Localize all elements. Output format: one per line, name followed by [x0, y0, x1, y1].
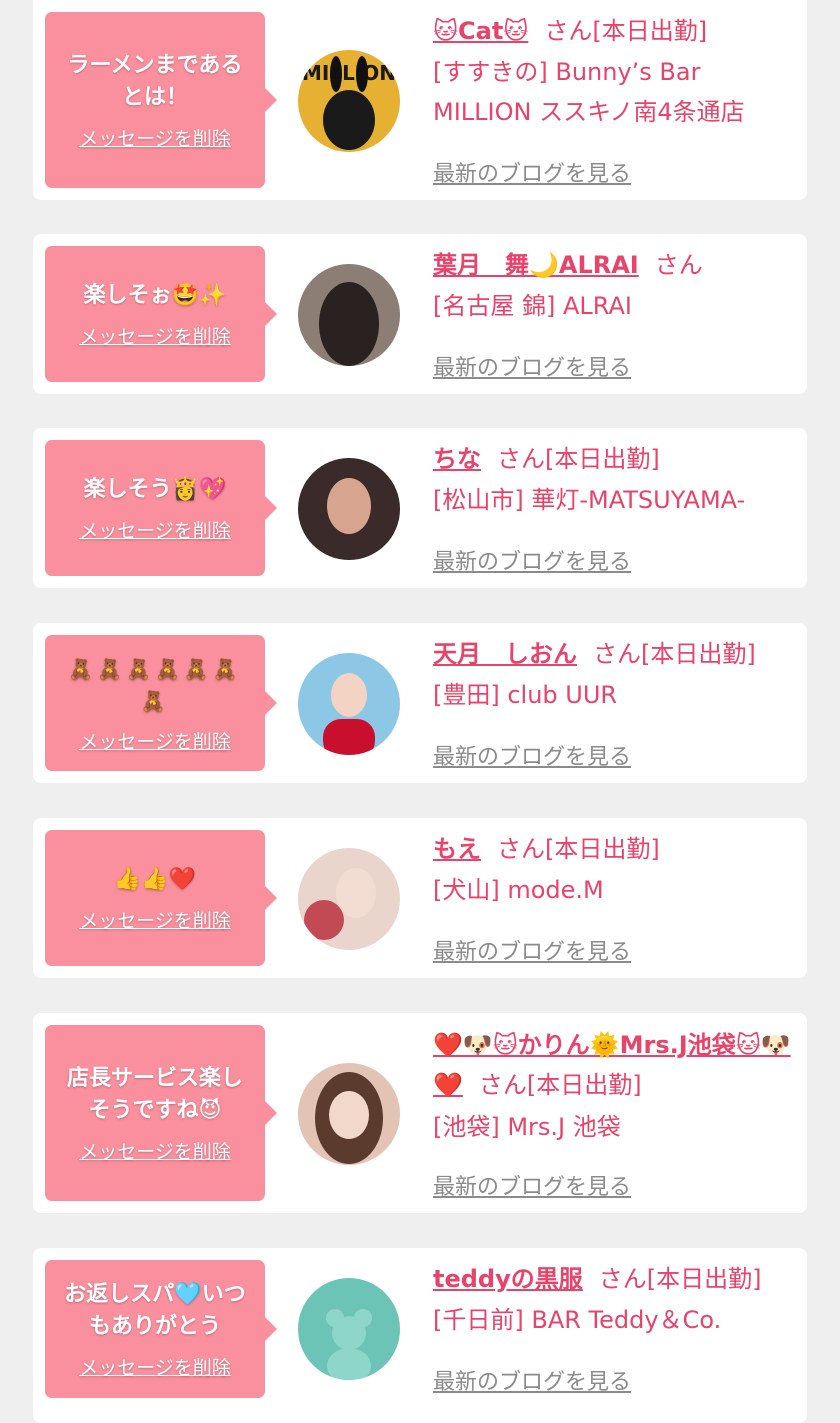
message-card: 楽しそう👸💖 メッセージを削除 ちな さん[本日出勤] [松山市] 華灯-MATS…	[33, 428, 807, 588]
message-card: お返しスパ🩵いつもありがとう メッセージを削除 teddyの黒服 さん[本日出勤]…	[33, 1248, 807, 1423]
cast-info: 天月 しおん さん[本日出勤] [豊田] club UUR	[433, 635, 793, 715]
avatar[interactable]: MILLION	[298, 50, 400, 152]
latest-blog-link[interactable]: 最新のブログを見る	[433, 739, 631, 771]
avatar-image	[298, 848, 400, 950]
shop-name: [すすきの] Bunny’s Bar MILLION ススキノ南4条通店	[433, 58, 745, 126]
avatar-image	[298, 264, 400, 366]
avatar-image	[298, 458, 400, 560]
latest-blog-link[interactable]: 最新のブログを見る	[433, 934, 631, 966]
cast-status: さん[本日出勤]	[598, 1265, 762, 1293]
delete-message-button[interactable]: メッセージを削除	[79, 124, 231, 151]
message-text: 👍👍❤️	[113, 866, 197, 892]
shop-name: [松山市] 華灯-MATSUYAMA-	[433, 486, 746, 514]
message-bubble: 店長サービス楽しそうですね😈 メッセージを削除	[45, 1025, 277, 1201]
cast-status: さん[本日出勤]	[593, 640, 756, 668]
avatar-image	[298, 1278, 400, 1380]
shop-name: [千日前] BAR Teddy＆Co.	[433, 1306, 722, 1334]
cast-status: さん	[654, 251, 703, 279]
message-text: 楽しそう👸💖	[83, 476, 227, 502]
message-text: ラーメンまであるとは！	[67, 52, 243, 110]
message-card: 👍👍❤️ メッセージを削除 もえ さん[本日出勤] [犬山] mode.M 最新の…	[33, 818, 807, 978]
message-card: ラーメンまであるとは！ メッセージを削除 MILLION 🐱Cat🐱 さん[本日出…	[33, 0, 807, 200]
delete-message-button[interactable]: メッセージを削除	[79, 727, 231, 754]
avatar-image	[298, 653, 400, 755]
avatar[interactable]	[298, 458, 400, 560]
cast-name-link[interactable]: 天月 しおん	[433, 640, 577, 668]
latest-blog-link[interactable]: 最新のブログを見る	[433, 1364, 631, 1396]
message-text: 🧸🧸🧸🧸🧸🧸🧸	[68, 656, 242, 713]
cast-name-link[interactable]: ちな	[433, 445, 481, 473]
cast-info: ちな さん[本日出勤] [松山市] 華灯-MATSUYAMA-	[433, 440, 793, 520]
latest-blog-link[interactable]: 最新のブログを見る	[433, 544, 631, 576]
cast-status: さん[本日出勤]	[497, 835, 660, 863]
cast-info: 🐱Cat🐱 さん[本日出勤] [すすきの] Bunny’s Bar MILLION…	[433, 12, 793, 132]
delete-message-button[interactable]: メッセージを削除	[79, 1353, 231, 1380]
message-card: 楽しそぉ🤩✨ メッセージを削除 葉月 舞🌙ALRAI さん [名古屋 錦] ALR…	[33, 234, 807, 394]
avatar[interactable]	[298, 1278, 400, 1380]
message-bubble: 楽しそう👸💖 メッセージを削除	[45, 440, 277, 576]
cast-info: teddyの黒服 さん[本日出勤] [千日前] BAR Teddy＆Co.	[433, 1260, 793, 1340]
latest-blog-link[interactable]: 最新のブログを見る	[433, 1169, 631, 1201]
latest-blog-link[interactable]: 最新のブログを見る	[433, 350, 631, 382]
shop-name: [池袋] Mrs.J 池袋	[433, 1113, 621, 1141]
cast-name-link[interactable]: 葉月 舞🌙ALRAI	[433, 251, 639, 279]
avatar[interactable]	[298, 1063, 400, 1165]
delete-message-button[interactable]: メッセージを削除	[79, 906, 231, 933]
cast-name-link[interactable]: 🐱Cat🐱	[433, 17, 528, 45]
delete-message-button[interactable]: メッセージを削除	[79, 322, 231, 349]
message-card: 店長サービス楽しそうですね😈 メッセージを削除 ❤️🐶🐱かりん🌞Mrs.J池袋🐱…	[33, 1013, 807, 1213]
avatar-image	[298, 1063, 400, 1165]
message-list: ラーメンまであるとは！ メッセージを削除 MILLION 🐱Cat🐱 さん[本日出…	[0, 0, 840, 1423]
svg-text:MILLION: MILLION	[302, 61, 396, 85]
cast-name-link[interactable]: teddyの黒服	[433, 1265, 583, 1293]
cast-info: 葉月 舞🌙ALRAI さん [名古屋 錦] ALRAI	[433, 246, 793, 326]
latest-blog-link[interactable]: 最新のブログを見る	[433, 156, 631, 188]
shop-name: [犬山] mode.M	[433, 876, 604, 904]
message-bubble: ラーメンまであるとは！ メッセージを削除	[45, 12, 277, 188]
message-text: 楽しそぉ🤩✨	[83, 282, 227, 308]
avatar-image: MILLION	[298, 50, 400, 152]
message-bubble: お返しスパ🩵いつもありがとう メッセージを削除	[45, 1260, 277, 1398]
message-bubble: 🧸🧸🧸🧸🧸🧸🧸 メッセージを削除	[45, 635, 277, 771]
delete-message-button[interactable]: メッセージを削除	[79, 1137, 231, 1164]
avatar[interactable]	[298, 848, 400, 950]
cast-name-link[interactable]: もえ	[433, 835, 481, 863]
avatar[interactable]	[298, 264, 400, 366]
cast-info: ❤️🐶🐱かりん🌞Mrs.J池袋🐱🐶❤️ さん[本日出勤] [池袋] Mrs.J 池…	[433, 1025, 793, 1147]
message-text: 店長サービス楽しそうですね😈	[66, 1065, 243, 1123]
cast-status: さん[本日出勤]	[544, 17, 708, 45]
cast-info: もえ さん[本日出勤] [犬山] mode.M	[433, 830, 793, 910]
message-card: 🧸🧸🧸🧸🧸🧸🧸 メッセージを削除 天月 しおん さん[本日出勤] [豊田] clu…	[33, 623, 807, 783]
shop-name: [名古屋 錦] ALRAI	[433, 292, 632, 320]
shop-name: [豊田] club UUR	[433, 681, 618, 709]
cast-status: さん[本日出勤]	[497, 445, 660, 473]
message-bubble: 👍👍❤️ メッセージを削除	[45, 830, 277, 966]
message-bubble: 楽しそぉ🤩✨ メッセージを削除	[45, 246, 277, 382]
avatar[interactable]	[298, 653, 400, 755]
message-text: お返しスパ🩵いつもありがとう	[64, 1281, 246, 1339]
delete-message-button[interactable]: メッセージを削除	[79, 516, 231, 543]
cast-status: さん[本日出勤]	[478, 1071, 642, 1099]
